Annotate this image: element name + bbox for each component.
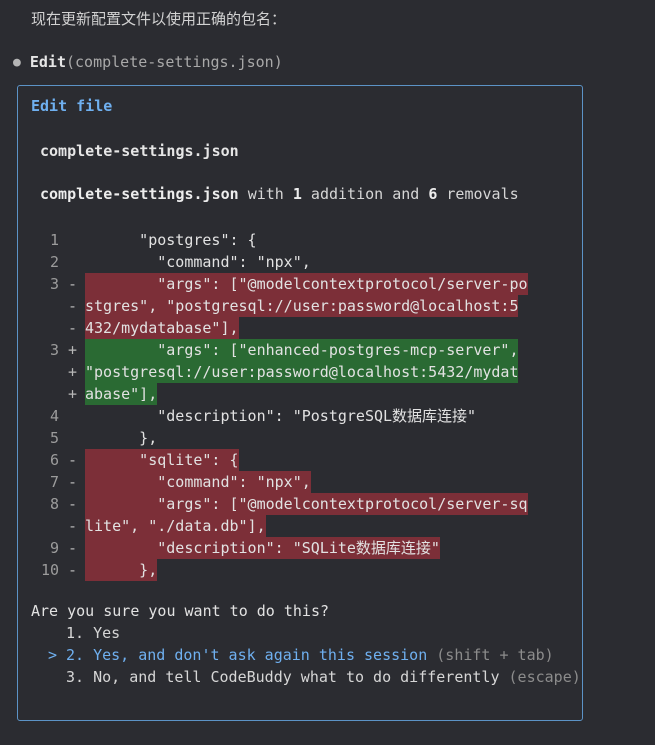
diff-line-removed: 9- "description": "SQLite数据库连接" xyxy=(0,537,655,559)
confirm-question: Are you sure you want to do this? xyxy=(31,602,330,620)
option-2[interactable]: >2. Yes, and don't ask again this sessio… xyxy=(48,646,554,664)
tool-arg-open: ( xyxy=(65,53,76,71)
option-shortcut-hint: (escape) xyxy=(499,668,581,686)
line-number: 6 xyxy=(49,451,59,469)
diff-gutter: - xyxy=(0,295,85,317)
diff-code: }, xyxy=(85,429,158,447)
option-3[interactable]: 3. No, and tell CodeBuddy what to do dif… xyxy=(48,668,581,686)
diff-gutter: 9- xyxy=(0,537,85,559)
diff-summary: complete-settings.json with 1 addition a… xyxy=(40,185,519,203)
diff-line-added: + abase"], xyxy=(0,383,655,405)
diff-sign: - xyxy=(68,319,78,337)
diff-line-removed: 3- "args": ["@modelcontextprotocol/serve… xyxy=(0,273,655,295)
diff-gutter: - xyxy=(0,515,85,537)
diff-sign: + xyxy=(68,341,78,359)
diff-gutter: - xyxy=(0,317,85,339)
diff-sign: - xyxy=(68,451,78,469)
tool-call-line: ● Edit(complete-settings.json) xyxy=(13,53,283,71)
line-number: 3 xyxy=(49,341,59,359)
bullet-icon: ● xyxy=(13,55,21,70)
diff-code: "sqlite": { xyxy=(85,449,239,471)
diff-code: lite", "./data.db"], xyxy=(85,515,266,537)
diff-line-context: 1 "postgres": { xyxy=(0,229,655,251)
line-number: 9 xyxy=(49,539,59,557)
diff-line-removed: -432/mydatabase"], xyxy=(0,317,655,339)
diff-code: "command": "npx", xyxy=(85,471,311,493)
option-label: 2. Yes, and don't ask again this session xyxy=(66,646,428,664)
selection-caret-icon: > xyxy=(48,646,58,664)
diff-gutter: 8- xyxy=(0,493,85,515)
diff-sign: - xyxy=(68,495,78,513)
diff-sign: + xyxy=(68,363,78,381)
diff-sign: - xyxy=(68,275,78,293)
option-shortcut-hint: (shift + tab) xyxy=(427,646,554,664)
diff-code: "command": "npx", xyxy=(85,253,311,271)
file-name: complete-settings.json xyxy=(40,142,239,160)
diff-code: }, xyxy=(85,559,158,581)
diff-gutter: + xyxy=(0,361,85,383)
line-number: 2 xyxy=(49,253,59,271)
diff-line-context: 4 "description": "PostgreSQL数据库连接" xyxy=(0,405,655,427)
tool-arg: complete-settings.json xyxy=(75,53,274,71)
diff-line-removed: - stgres", "postgresql://user:password@lo… xyxy=(0,295,655,317)
diff-gutter: 2 xyxy=(0,251,85,273)
diff-view: 1 "postgres": {2 "command": "npx", 3- "ar… xyxy=(0,229,655,581)
line-number: 4 xyxy=(49,407,59,425)
diff-line-removed: 8- "args": ["@modelcontextprotocol/serve… xyxy=(0,493,655,515)
diff-code: abase"], xyxy=(85,383,158,405)
line-number: 3 xyxy=(49,275,59,293)
summary-with: with xyxy=(238,185,293,203)
tool-name: Edit xyxy=(29,53,66,71)
diff-gutter: 5 xyxy=(0,427,85,449)
diff-gutter: 6- xyxy=(0,449,85,471)
line-number: 1 xyxy=(49,231,59,249)
diff-code: "description": "SQLite数据库连接" xyxy=(85,537,440,559)
diff-sign: + xyxy=(68,385,78,403)
diff-sign: - xyxy=(68,517,78,535)
diff-gutter: 10- xyxy=(0,559,85,581)
summary-file: complete-settings.json xyxy=(40,185,239,203)
diff-code: "args": ["enhanced-postgres-mcp-server", xyxy=(85,339,519,361)
diff-code: "args": ["@modelcontextprotocol/server-s… xyxy=(85,493,528,515)
line-number: 5 xyxy=(49,429,59,447)
addition-count: 1 xyxy=(292,185,302,203)
diff-gutter: 3 + xyxy=(0,339,85,361)
diff-gutter: 3- xyxy=(0,273,85,295)
line-number: 8 xyxy=(49,495,59,513)
summary-addition-word: addition and xyxy=(301,185,429,203)
diff-sign: - xyxy=(68,297,78,315)
option-label: 1. Yes xyxy=(66,624,121,642)
diff-sign: - xyxy=(68,473,78,491)
diff-line-removed: - lite", "./data.db"], xyxy=(0,515,655,537)
diff-gutter: 4 xyxy=(0,405,85,427)
line-number: 10 xyxy=(40,561,59,579)
summary-removal-word: removals xyxy=(437,185,519,203)
diff-sign: - xyxy=(68,539,78,557)
diff-line-context: 5 }, xyxy=(0,427,655,449)
diff-code: "postgres": { xyxy=(85,231,257,249)
diff-line-removed: 6- "sqlite": { xyxy=(0,449,655,471)
diff-line-removed: 10- }, xyxy=(0,559,655,581)
option-label: 3. No, and tell CodeBuddy what to do dif… xyxy=(66,668,500,686)
diff-line-removed: 7- "command": "npx", xyxy=(0,471,655,493)
diff-code: 432/mydatabase"], xyxy=(85,317,239,339)
diff-sign: - xyxy=(68,561,78,579)
diff-gutter: + xyxy=(0,383,85,405)
diff-gutter: 1 xyxy=(0,229,85,251)
diff-line-context: 2 "command": "npx", xyxy=(0,251,655,273)
diff-code: "args": ["@modelcontextprotocol/server-p… xyxy=(85,273,528,295)
diff-gutter: 7- xyxy=(0,471,85,493)
diff-line-added: 3 + "args": ["enhanced-postgres-mcp-serve… xyxy=(0,339,655,361)
diff-line-added: + "postgresql://user:password@localhost:5… xyxy=(0,361,655,383)
diff-code: stgres", "postgresql://user:password@loc… xyxy=(85,295,519,317)
diff-code: "description": "PostgreSQL数据库连接" xyxy=(85,407,477,425)
assistant-message: 现在更新配置文件以使用正确的包名： xyxy=(31,10,287,28)
option-1[interactable]: 1. Yes xyxy=(48,624,120,642)
panel-title: Edit file xyxy=(31,97,113,115)
tool-arg-close: ) xyxy=(273,53,283,71)
diff-code: "postgresql://user:password@localhost:54… xyxy=(85,361,519,383)
line-number: 7 xyxy=(49,473,59,491)
